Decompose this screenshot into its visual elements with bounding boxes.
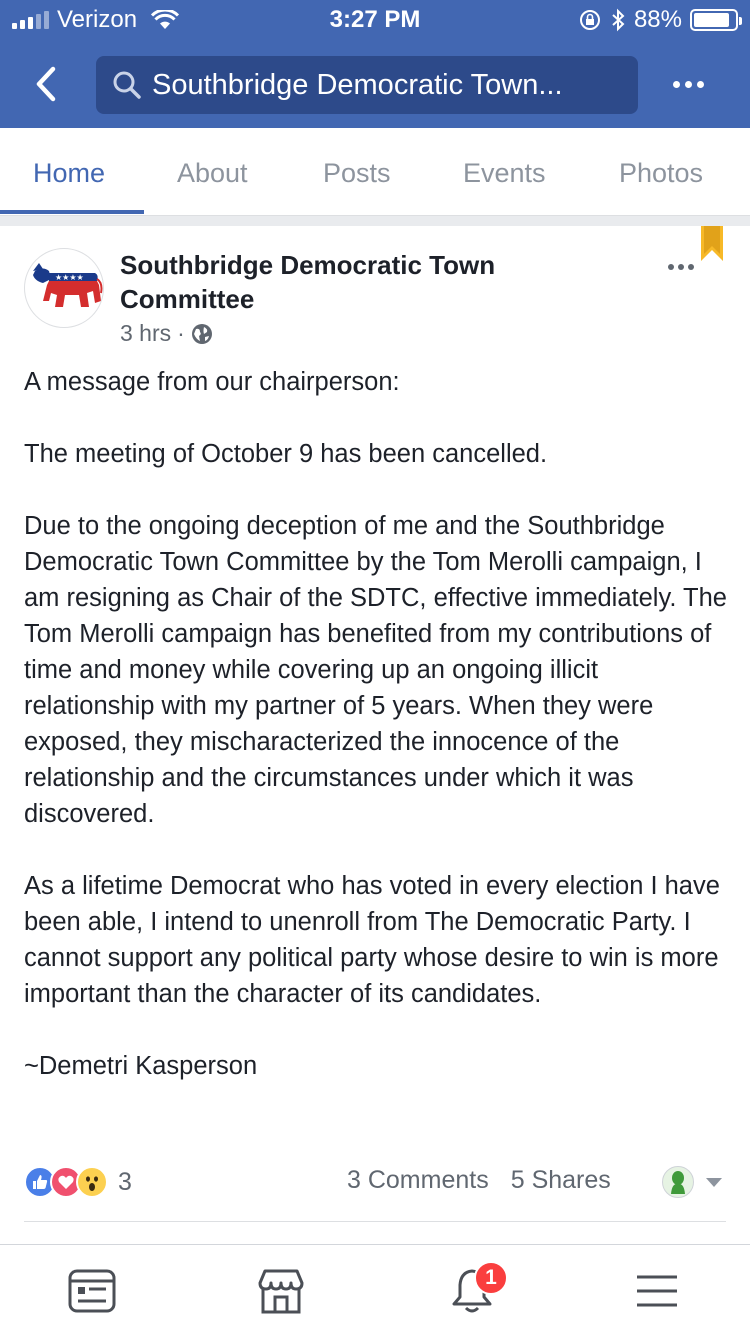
- globe-icon: [191, 323, 212, 344]
- top-bar: Verizon 3:27 PM 88% Southbridge Democrat…: [0, 0, 750, 128]
- bookmark-icon[interactable]: [700, 226, 724, 262]
- comments-count[interactable]: 3 Comments: [347, 1166, 489, 1195]
- post-paragraph: A message from our chairperson:: [24, 368, 400, 396]
- page-avatar[interactable]: ★★★★: [24, 248, 104, 328]
- wow-icon: [76, 1166, 108, 1198]
- viewer-avatar: [662, 1166, 694, 1198]
- post-paragraph: Due to the ongoing deception of me and t…: [24, 512, 727, 828]
- status-bar: Verizon 3:27 PM 88%: [0, 0, 750, 40]
- meta-dot: ·: [177, 320, 185, 346]
- donkey-logo-icon: ★★★★: [33, 263, 103, 307]
- post-time[interactable]: 3 hrs: [120, 320, 171, 347]
- post-author[interactable]: Southbridge Democratic Town Committee: [120, 248, 560, 316]
- search-text: Southbridge Democratic Town...: [152, 68, 563, 101]
- more-options-button[interactable]: [673, 62, 704, 106]
- notification-badge: 1: [474, 1261, 508, 1295]
- post-paragraph: The meeting of October 9 has been cancel…: [24, 440, 548, 468]
- news-feed-icon: [68, 1269, 116, 1313]
- post-body: A message from our chairperson: The meet…: [24, 364, 734, 1084]
- bottom-navigation: 1: [0, 1244, 750, 1334]
- menu-tab[interactable]: [631, 1265, 683, 1317]
- rotation-lock-icon: [579, 10, 600, 30]
- active-tab-indicator: [0, 210, 144, 214]
- battery-fill: [694, 13, 730, 27]
- search-field[interactable]: Southbridge Democratic Town...: [96, 56, 638, 114]
- tab-posts[interactable]: Posts: [323, 158, 391, 189]
- chevron-left-icon: [36, 66, 56, 102]
- bluetooth-icon: [612, 8, 625, 32]
- reactions-summary[interactable]: 3: [24, 1164, 132, 1200]
- back-button[interactable]: [28, 62, 64, 106]
- engagement-stats: 3 Comments 5 Shares: [347, 1166, 611, 1195]
- chevron-down-icon: [706, 1177, 722, 1187]
- shares-count[interactable]: 5 Shares: [511, 1166, 611, 1195]
- tab-home[interactable]: Home: [33, 158, 105, 189]
- battery-percent: 88%: [633, 6, 682, 33]
- post-meta: 3 hrs ·: [120, 320, 213, 347]
- search-icon: [112, 70, 142, 100]
- reaction-count: 3: [118, 1167, 132, 1196]
- news-feed-tab[interactable]: [66, 1265, 118, 1317]
- section-divider: [0, 216, 750, 226]
- marketplace-tab[interactable]: [255, 1265, 307, 1317]
- tab-about[interactable]: About: [177, 158, 248, 189]
- react-as-selector[interactable]: [662, 1166, 722, 1198]
- tab-photos[interactable]: Photos: [619, 158, 703, 189]
- status-right: 88%: [578, 6, 742, 34]
- marketplace-icon: [258, 1269, 304, 1314]
- svg-text:★★★★: ★★★★: [55, 273, 84, 282]
- battery-icon: [690, 9, 742, 31]
- post-options-button[interactable]: [668, 264, 694, 270]
- menu-icon: [637, 1275, 677, 1307]
- post-signature: ~Demetri Kasperson: [24, 1052, 258, 1080]
- post-action-divider: [24, 1221, 726, 1222]
- tab-events[interactable]: Events: [463, 158, 546, 189]
- post-paragraph: As a lifetime Democrat who has voted in …: [24, 872, 720, 1008]
- page-tabs: Home About Posts Events Photos: [0, 128, 750, 216]
